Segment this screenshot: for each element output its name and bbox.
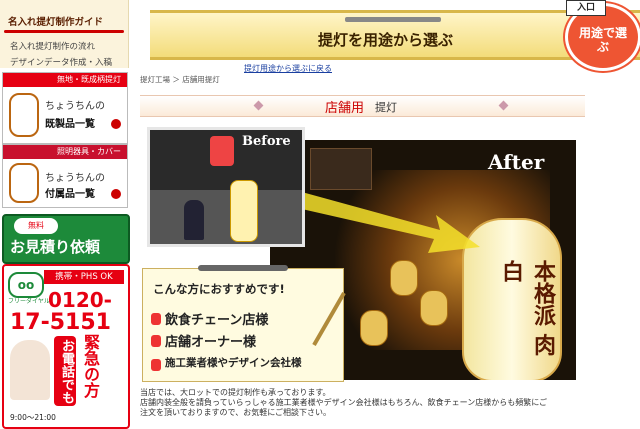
ready-made-line2: 既製品一覧 bbox=[45, 119, 95, 130]
accessories-line1: ちょうちんの bbox=[45, 173, 105, 184]
lantern-text: 本格派 肉 白 bbox=[498, 260, 555, 356]
lantern-bullet-icon bbox=[151, 313, 161, 325]
section-heading: 店舗用 提灯 bbox=[140, 95, 585, 117]
section-title-sub: 提灯 bbox=[375, 101, 397, 114]
freedial-icon: oo bbox=[8, 272, 44, 298]
lantern-icon bbox=[9, 93, 39, 137]
after-label: After bbox=[488, 150, 545, 174]
call-label: お電話でも bbox=[54, 336, 76, 406]
guide-item-flow[interactable]: 名入れ提灯制作の流れ bbox=[10, 40, 95, 52]
description-line: 店舗内装全般を請負っていらっしゃる施工業者様やデザイン会社様はもちろん、飲食チェ… bbox=[140, 398, 548, 407]
quote-request-label: お見積り依頼 bbox=[10, 238, 101, 256]
breadcrumb: 提灯工場 ＞ 店舗用提灯 bbox=[140, 75, 220, 84]
freedial-label: フリーダイヤル bbox=[8, 298, 50, 305]
recommend-box: こんな方におすすめです! 飲食チェーン店様 店舗オーナー様 施工業者様やデザイン… bbox=[142, 265, 346, 382]
section-title-main: 店舗用 bbox=[325, 101, 365, 116]
description-line: 当店では、大ロットでの提灯制作も承っております。 bbox=[140, 388, 331, 397]
lantern bbox=[230, 180, 258, 242]
back-link[interactable]: 提灯用途から選ぶに戻る bbox=[244, 63, 332, 74]
ready-made-banner[interactable]: 無地・既成柄提灯 ちょうちんの 既製品一覧 bbox=[2, 72, 128, 144]
before-label: Before bbox=[242, 134, 291, 149]
accessories-line2: 付属品一覧 bbox=[45, 189, 95, 200]
lantern-small bbox=[390, 260, 418, 296]
business-hours: 9:00〜21:00 bbox=[10, 413, 56, 422]
lantern-bullet-icon bbox=[151, 359, 161, 371]
sidebar: 名入れ提灯制作ガイド 名入れ提灯制作の流れ デザインデータ作成・入稿 無地・既成… bbox=[0, 0, 130, 429]
operator-image bbox=[10, 340, 50, 400]
brush-icon bbox=[312, 292, 346, 346]
lantern-small bbox=[420, 290, 448, 326]
guide-underline bbox=[4, 30, 124, 33]
recommend-item-text: 施工業者様やデザイン会社様 bbox=[165, 357, 302, 369]
shop-sign bbox=[210, 136, 234, 166]
lantern-small bbox=[360, 310, 388, 346]
recommend-item-text: 飲食チェーン店様 bbox=[165, 313, 269, 328]
pedestrian bbox=[184, 200, 204, 240]
production-guide-panel: 名入れ提灯制作ガイド 名入れ提灯制作の流れ デザインデータ作成・入稿 bbox=[0, 0, 129, 68]
street bbox=[150, 190, 302, 244]
description: 当店では、大ロットでの提灯制作も承っております。 店舗内装全般を請負っていらっし… bbox=[140, 388, 600, 418]
lantern-icon bbox=[9, 163, 39, 203]
recommend-ring bbox=[198, 265, 288, 271]
before-photo: Before bbox=[147, 127, 305, 247]
diamond-icon bbox=[253, 100, 264, 111]
usage-select-badge-label: 用途で選ぶ bbox=[578, 26, 627, 54]
diamond-icon bbox=[498, 100, 509, 111]
mobile-ok-tag: 携帯・PHS OK bbox=[44, 270, 124, 284]
phone-banner[interactable]: oo フリーダイヤル 携帯・PHS OK 0120- 17-5151 お電話でも… bbox=[2, 264, 130, 429]
quote-request-banner[interactable]: 無料 お見積り依頼 bbox=[2, 214, 130, 264]
banner-ring bbox=[345, 17, 441, 22]
accessories-banner[interactable]: 照明器具・カバー ちょうちんの 付属品一覧 bbox=[2, 144, 128, 208]
entrance-sign[interactable]: 入口 bbox=[566, 0, 606, 16]
arrow-icon bbox=[111, 119, 121, 129]
urgent-label: 緊急の方 bbox=[81, 334, 100, 398]
guide-item-design-data[interactable]: デザインデータ作成・入稿 bbox=[10, 56, 112, 68]
phone-number-rest: 17-5151 bbox=[10, 310, 111, 335]
ready-made-tag: 無地・既成柄提灯 bbox=[3, 73, 127, 87]
free-tag: 無料 bbox=[14, 218, 58, 234]
description-line: 注文を頂いておりますので、お気軽にご相談下さい。 bbox=[140, 408, 332, 417]
banner-title: 提灯を用途から選ぶ bbox=[318, 31, 454, 49]
accessories-tag: 照明器具・カバー bbox=[3, 145, 127, 159]
arrow-icon bbox=[111, 189, 121, 199]
lantern-bullet-icon bbox=[151, 335, 161, 347]
phone-number-prefix: 0120- bbox=[48, 288, 112, 312]
guide-title: 名入れ提灯制作ガイド bbox=[8, 17, 104, 28]
recommend-item-text: 店舗オーナー様 bbox=[165, 335, 257, 350]
ready-made-line1: ちょうちんの bbox=[45, 101, 105, 112]
recommend-title: こんな方におすすめです! bbox=[153, 282, 285, 296]
